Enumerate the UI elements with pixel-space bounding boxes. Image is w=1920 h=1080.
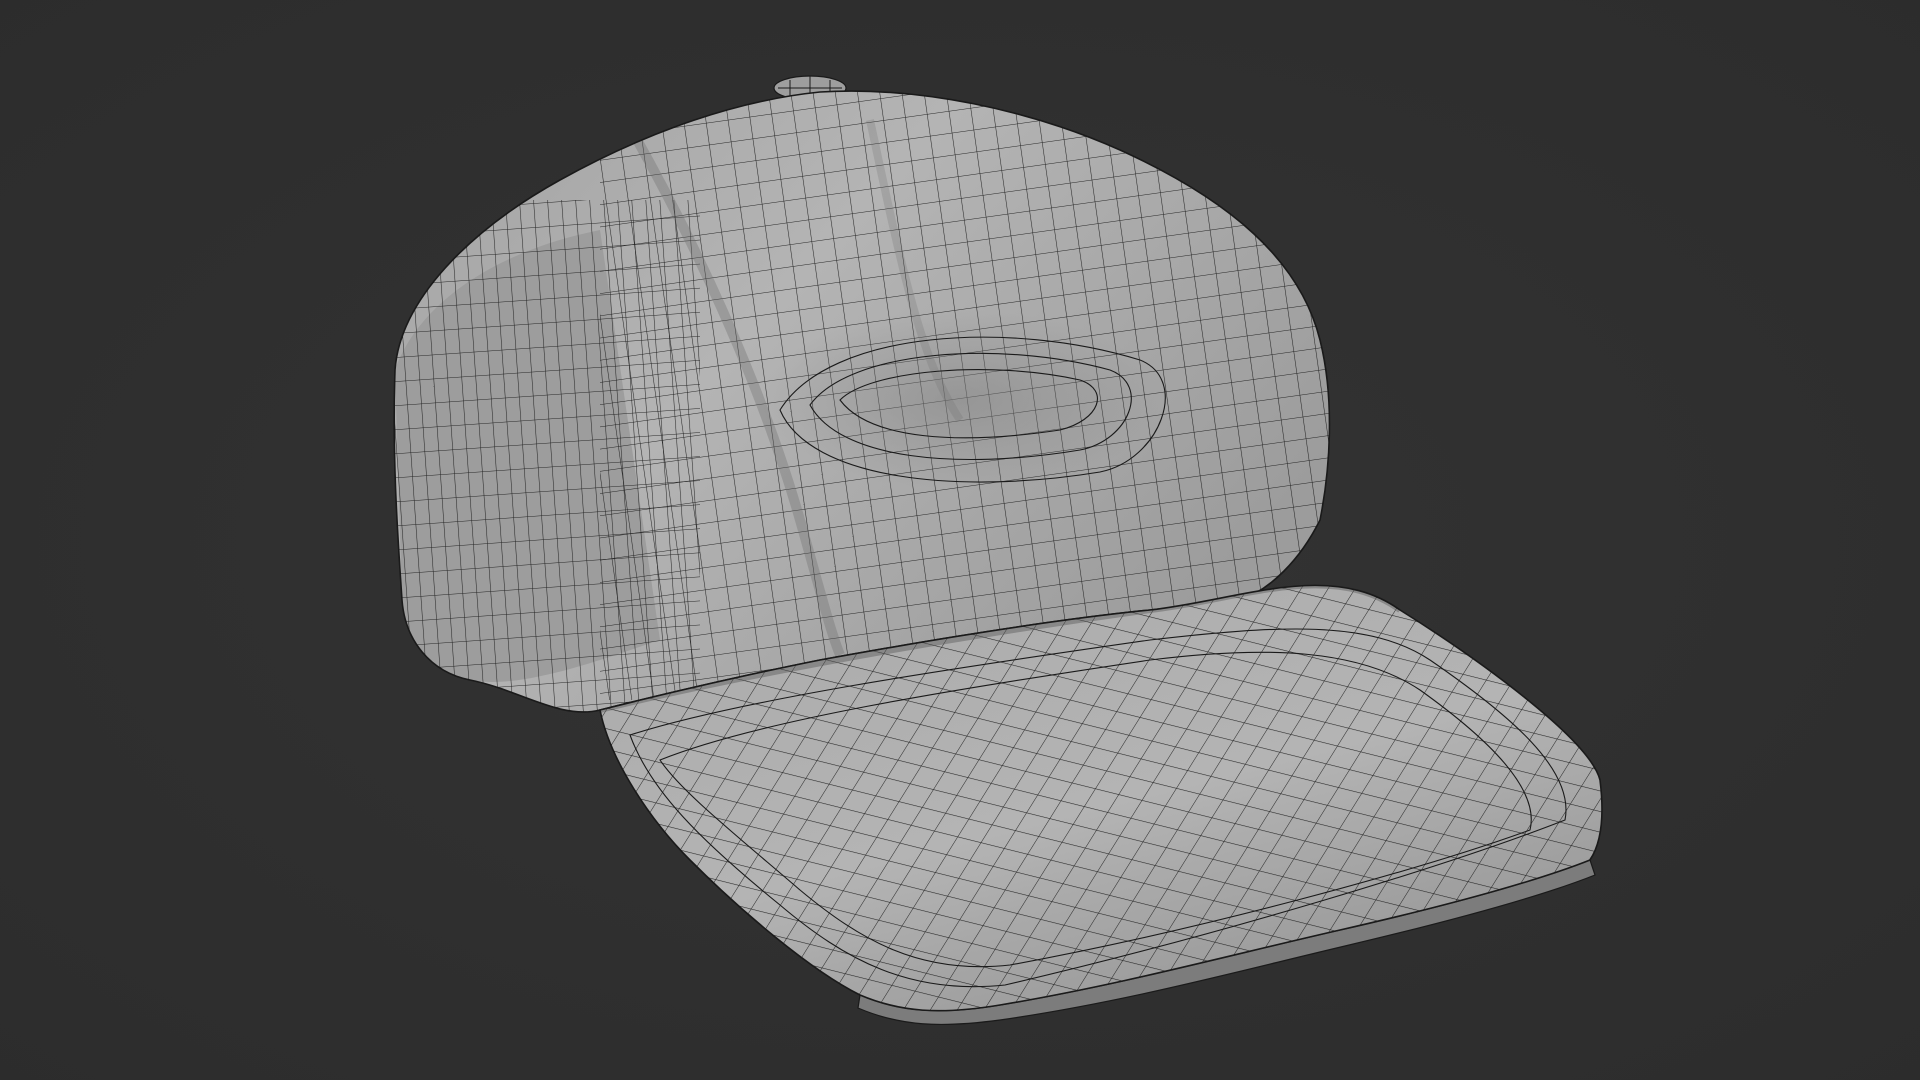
scene-canvas (0, 0, 1920, 1080)
3d-viewport[interactable] (0, 0, 1920, 1080)
